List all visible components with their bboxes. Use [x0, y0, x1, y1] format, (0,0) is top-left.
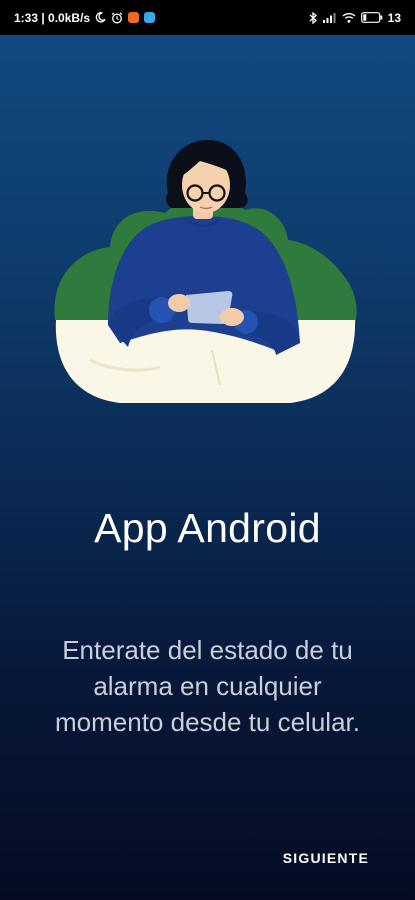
person-using-tablet-illustration: [54, 140, 357, 403]
page-description: Enterate del estado de tu alarma en cual…: [55, 635, 360, 737]
battery-icon: [360, 12, 383, 23]
moon-icon: [95, 12, 106, 23]
battery-percent: 13: [387, 10, 401, 25]
status-right: 13: [309, 11, 401, 25]
page-title: App Android: [94, 505, 321, 551]
cushion-shape: [55, 320, 356, 403]
bluetooth-icon: [309, 11, 318, 24]
blue-app-icon: [144, 12, 156, 23]
onboarding-screen: 1:33 | 0.0kB/s 13 App Android Enterate d…: [0, 0, 415, 900]
status-time-network: 1:33 | 0.0kB/s: [14, 10, 91, 25]
next-button[interactable]: SIGUIENTE: [283, 846, 369, 870]
status-bar: 1:33 | 0.0kB/s 13: [0, 0, 415, 35]
signal-icon: [322, 12, 337, 23]
alarm-clock-icon: [111, 12, 123, 24]
orange-app-icon: [128, 12, 140, 23]
status-left: 1:33 | 0.0kB/s: [14, 10, 156, 25]
wifi-icon: [342, 12, 356, 23]
